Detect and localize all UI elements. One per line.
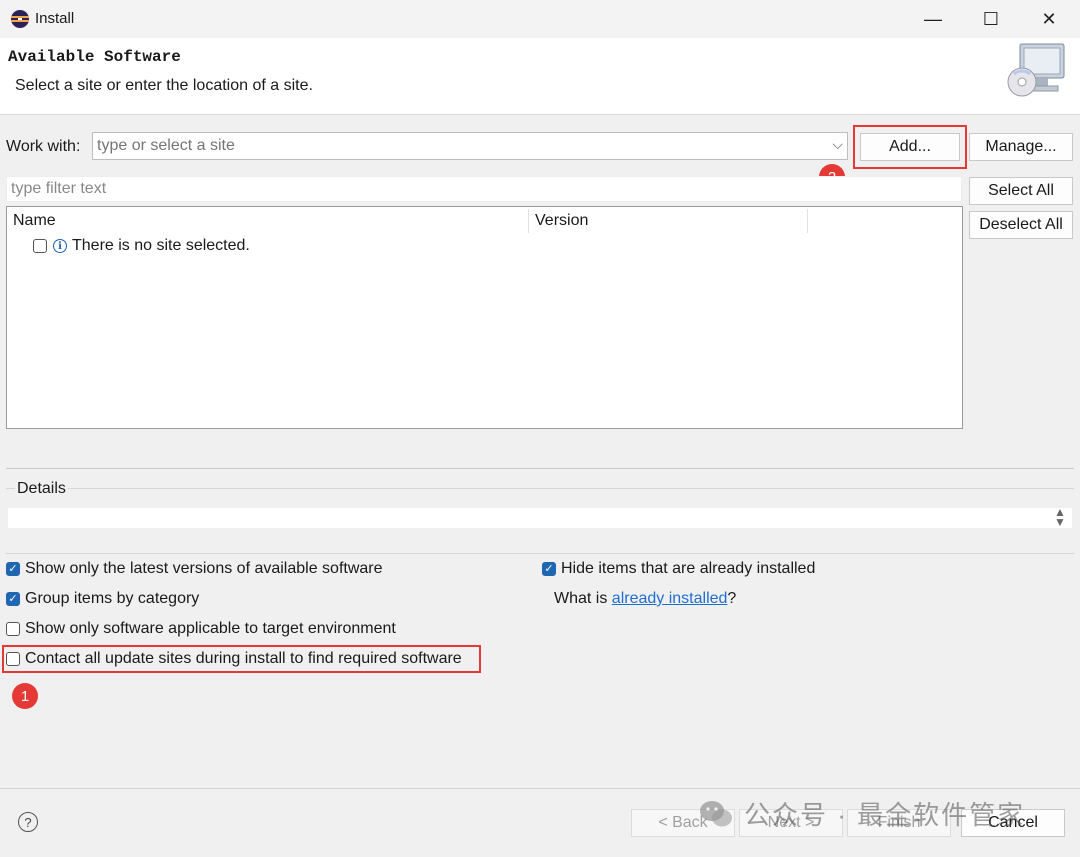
watermark-text: 公众号 · 最全软件管家 — [744, 800, 1026, 830]
work-with-combo[interactable]: ⌵ — [92, 132, 848, 160]
column-divider[interactable] — [528, 209, 529, 233]
filter-input[interactable] — [6, 176, 962, 202]
what-is-prefix: What is — [554, 590, 612, 607]
contact-sites-highlight-box — [2, 645, 481, 673]
window-title: Install — [35, 10, 75, 27]
checkbox-checked[interactable]: ✓ — [542, 562, 556, 576]
checkbox-checked[interactable]: ✓ — [6, 592, 20, 606]
footer-divider — [0, 788, 1080, 789]
page-title: Available Software — [8, 48, 181, 66]
what-is-installed-text: What is already installed ? — [554, 588, 736, 610]
close-button[interactable]: ✕ — [1020, 0, 1078, 38]
what-is-suffix: ? — [727, 590, 737, 607]
table-row[interactable]: i There is no site selected. — [33, 235, 250, 257]
checkbox-unchecked[interactable] — [6, 622, 20, 636]
option-label: Show only the latest versions of availab… — [25, 560, 383, 577]
option-applicable-only[interactable]: Show only software applicable to target … — [6, 618, 396, 640]
option-label: Group items by category — [25, 590, 200, 607]
work-with-input[interactable] — [93, 133, 821, 159]
option-label: Show only software applicable to target … — [25, 620, 396, 637]
step-marker-1: 1 — [12, 683, 38, 709]
row-name: There is no site selected. — [72, 237, 250, 254]
add-highlight-box — [853, 125, 967, 169]
already-installed-link[interactable]: already installed — [612, 590, 728, 608]
details-label: Details — [15, 480, 68, 498]
scroll-down-icon[interactable]: ▼ — [1054, 516, 1066, 528]
column-header-version[interactable]: Version — [535, 212, 588, 230]
help-icon[interactable]: ? — [18, 812, 38, 832]
header-banner: Available Software Select a site or ente… — [0, 38, 1080, 115]
column-divider[interactable] — [807, 209, 808, 233]
manage-sites-button[interactable]: Manage... — [969, 133, 1073, 161]
details-scrollbar[interactable]: ▲ ▼ — [1054, 506, 1066, 528]
sash-divider[interactable] — [6, 468, 1074, 469]
chevron-down-icon[interactable]: ⌵ — [832, 136, 843, 153]
column-header-name[interactable]: Name — [13, 212, 56, 230]
install-monitor-icon — [1007, 43, 1065, 97]
details-text-area[interactable] — [8, 508, 1072, 528]
option-group-by-category[interactable]: ✓ Group items by category — [6, 588, 199, 610]
minimize-button[interactable]: — — [904, 0, 962, 38]
software-table[interactable]: Name Version i There is no site selected… — [6, 206, 963, 429]
wechat-icon — [700, 800, 732, 826]
deselect-all-button[interactable]: Deselect All — [969, 211, 1073, 239]
work-with-label: Work with: — [6, 138, 81, 155]
page-description: Select a site or enter the location of a… — [15, 77, 313, 94]
watermark: 公众号 · 最全软件管家 — [698, 795, 1025, 832]
select-all-button[interactable]: Select All — [969, 177, 1073, 205]
checkbox-checked[interactable]: ✓ — [6, 562, 20, 576]
option-label: Hide items that are already installed — [561, 560, 816, 577]
option-latest-versions[interactable]: ✓ Show only the latest versions of avail… — [6, 558, 383, 580]
maximize-button[interactable]: ☐ — [962, 0, 1020, 38]
option-hide-installed[interactable]: ✓ Hide items that are already installed — [542, 558, 815, 580]
info-icon: i — [53, 239, 67, 253]
eclipse-icon — [11, 10, 29, 28]
title-bar: Install — ☐ ✕ — [0, 0, 1080, 38]
row-checkbox[interactable] — [33, 239, 47, 253]
